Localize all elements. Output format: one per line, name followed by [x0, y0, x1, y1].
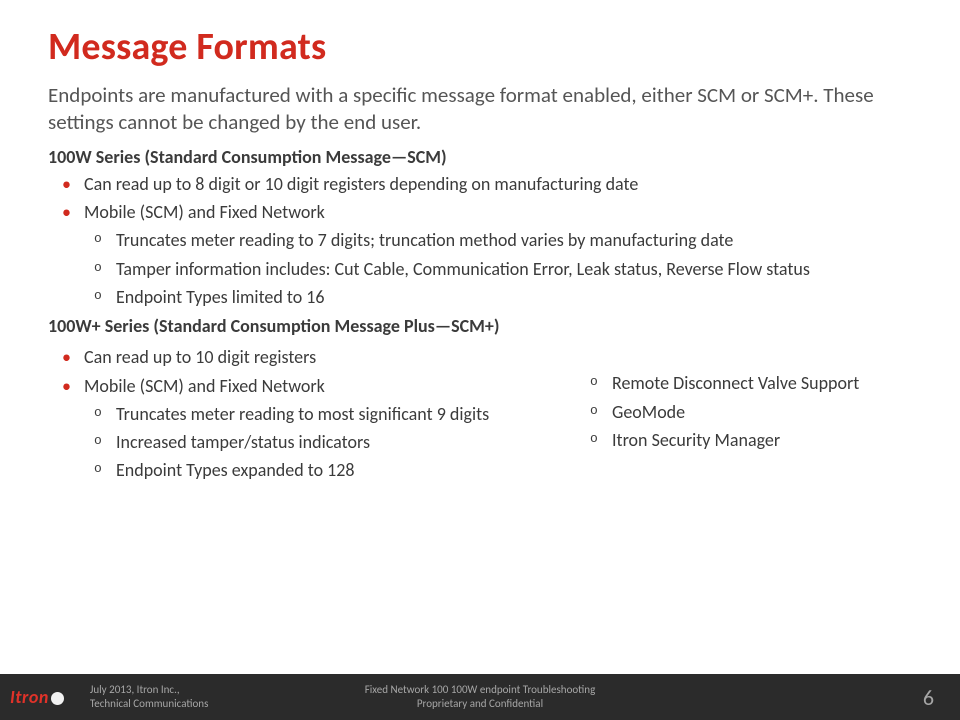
- list-item: Can read up to 8 digit or 10 digit regis…: [84, 172, 912, 196]
- footer-center-line2: Proprietary and Confidential: [365, 697, 596, 711]
- list-item: Itron Security Manager: [612, 428, 912, 452]
- section2-bullets: Can read up to 10 digit registers Mobile…: [48, 345, 562, 482]
- slide-title: Message Formats: [48, 24, 912, 70]
- footer-center: Fixed Network 100 100W endpoint Troubles…: [365, 683, 596, 711]
- list-item: Endpoint Types expanded to 128: [116, 458, 562, 482]
- list-item: Mobile (SCM) and Fixed Network Truncates…: [84, 200, 912, 309]
- list-item: Can read up to 10 digit registers: [84, 345, 562, 369]
- footer-left: July 2013, Itron Inc., Technical Communi…: [90, 683, 209, 711]
- two-column-area: Can read up to 10 digit registers Mobile…: [48, 341, 912, 488]
- slide-content: Message Formats Endpoints are manufactur…: [0, 0, 960, 489]
- section2-subbullets: Truncates meter reading to most signific…: [84, 402, 562, 483]
- section2-right-subbullets: Remote Disconnect Valve Support GeoMode …: [592, 371, 912, 452]
- slide: Message Formats Endpoints are manufactur…: [0, 0, 960, 720]
- left-column: Can read up to 10 digit registers Mobile…: [48, 341, 562, 488]
- list-item: Remote Disconnect Valve Support: [612, 371, 912, 395]
- logo-text: Itron: [10, 686, 49, 708]
- list-item: Truncates meter reading to 7 digits; tru…: [116, 228, 912, 252]
- list-item: GeoMode: [612, 400, 912, 424]
- list-item: Tamper information includes: Cut Cable, …: [116, 257, 912, 281]
- section1-bullets: Can read up to 8 digit or 10 digit regis…: [48, 172, 912, 309]
- section1-heading: 100W Series (Standard Consumption Messag…: [48, 146, 912, 168]
- list-item-text: Mobile (SCM) and Fixed Network: [84, 201, 325, 223]
- right-column: Remote Disconnect Valve Support GeoMode …: [592, 341, 912, 456]
- list-item: Increased tamper/status indicators: [116, 430, 562, 454]
- footer-left-line1: July 2013, Itron Inc.,: [90, 683, 209, 697]
- list-item: Endpoint Types limited to 16: [116, 285, 912, 309]
- slide-footer: Itron July 2013, Itron Inc., Technical C…: [0, 674, 960, 720]
- section2-heading: 100W+ Series (Standard Consumption Messa…: [48, 315, 912, 337]
- list-item-text: Mobile (SCM) and Fixed Network: [84, 375, 325, 397]
- logo-dot-icon: [51, 692, 64, 705]
- list-item: Mobile (SCM) and Fixed Network Truncates…: [84, 374, 562, 483]
- footer-center-line1: Fixed Network 100 100W endpoint Troubles…: [365, 683, 596, 697]
- page-number: 6: [923, 684, 934, 711]
- intro-paragraph: Endpoints are manufactured with a specif…: [48, 82, 912, 136]
- footer-left-line2: Technical Communications: [90, 697, 209, 711]
- list-item: Truncates meter reading to most signific…: [116, 402, 562, 426]
- footer-logo: Itron: [10, 686, 64, 708]
- section1-subbullets: Truncates meter reading to 7 digits; tru…: [84, 228, 912, 309]
